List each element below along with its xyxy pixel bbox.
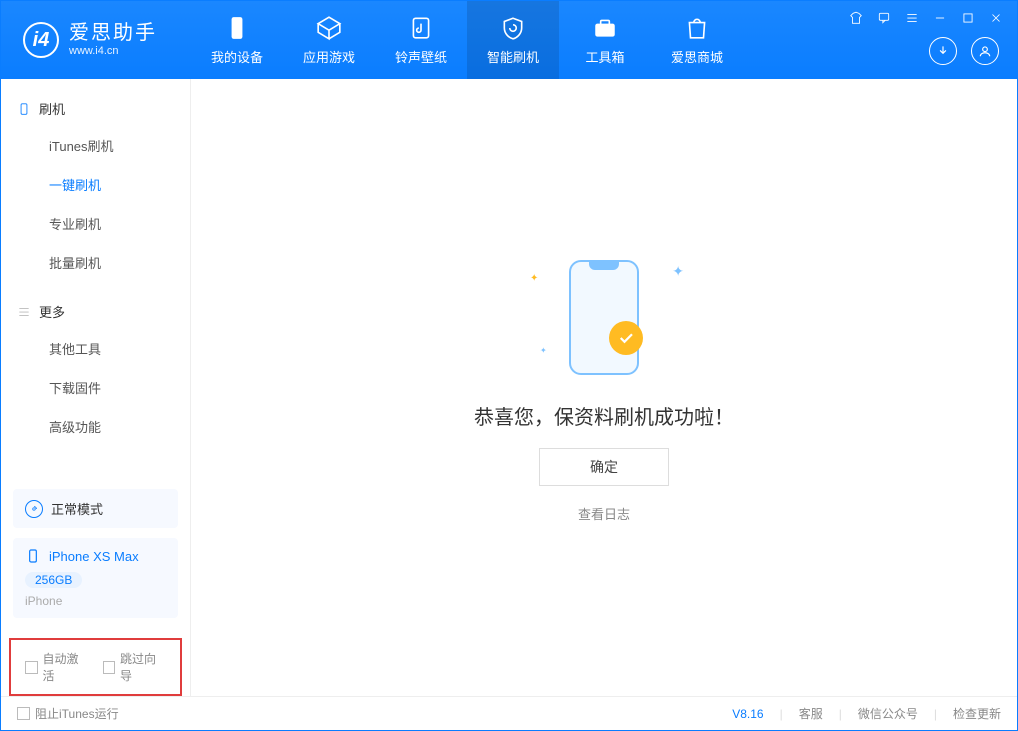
- phone-icon: [224, 15, 250, 41]
- checkbox-label: 阻止iTunes运行: [35, 705, 119, 722]
- nav-label: 工具箱: [585, 47, 624, 66]
- sidebar-item-oneclick-flash[interactable]: 一键刷机: [1, 165, 190, 204]
- device-capacity-badge: 256GB: [25, 572, 82, 588]
- nav-smart-flash[interactable]: 智能刷机: [467, 1, 559, 79]
- separator: |: [934, 707, 937, 721]
- checkbox-box-icon: [25, 661, 38, 674]
- version-label: V8.16: [732, 707, 763, 721]
- sidebar-header-more: 更多: [1, 294, 190, 329]
- checkbox-box-icon: [103, 661, 116, 674]
- phone-outline-icon: [569, 260, 639, 375]
- app-window: i4 爱思助手 www.i4.cn 我的设备 应用游戏 铃声壁纸 智能刷机: [0, 0, 1018, 731]
- device-panel: 正常模式 iPhone XS Max 256GB iPhone: [1, 479, 190, 638]
- nav-ringtone-wallpaper[interactable]: 铃声壁纸: [375, 1, 467, 79]
- sidebar-item-advanced[interactable]: 高级功能: [1, 407, 190, 446]
- brand-title: 爱思助手: [69, 22, 157, 45]
- music-file-icon: [408, 15, 434, 41]
- brand-text: 爱思助手 www.i4.cn: [69, 22, 157, 58]
- device-name: iPhone XS Max: [49, 549, 139, 564]
- success-illustration: ✦ ✦ ✦: [544, 253, 664, 383]
- checkbox-auto-activate[interactable]: 自动激活: [25, 650, 89, 684]
- brand-logo-icon: i4: [23, 22, 59, 58]
- download-icon[interactable]: [929, 37, 957, 65]
- sidebar-spacer: [1, 446, 190, 479]
- nav-label: 智能刷机: [487, 47, 539, 66]
- view-log-link[interactable]: 查看日志: [578, 504, 630, 523]
- sidebar-section-title: 刷机: [39, 99, 65, 118]
- feedback-icon[interactable]: [875, 9, 893, 27]
- sidebar-item-batch-flash[interactable]: 批量刷机: [1, 243, 190, 282]
- sidebar-section-title: 更多: [39, 302, 65, 321]
- skin-icon[interactable]: [847, 9, 865, 27]
- sidebar-header-flash: 刷机: [1, 91, 190, 126]
- check-badge-icon: [609, 321, 643, 355]
- nav-tabs: 我的设备 应用游戏 铃声壁纸 智能刷机 工具箱 爱思商城: [191, 1, 743, 79]
- normal-mode-icon: [25, 500, 43, 518]
- sparkle-icon: ✦: [672, 263, 684, 280]
- minimize-button[interactable]: [931, 9, 949, 27]
- shopping-bag-icon: [684, 15, 710, 41]
- check-update-link[interactable]: 检查更新: [953, 705, 1001, 722]
- user-icon[interactable]: [971, 37, 999, 65]
- mode-label: 正常模式: [51, 499, 103, 518]
- header: i4 爱思助手 www.i4.cn 我的设备 应用游戏 铃声壁纸 智能刷机: [1, 1, 1017, 79]
- support-link[interactable]: 客服: [799, 705, 823, 722]
- refresh-shield-icon: [500, 15, 526, 41]
- nav-store[interactable]: 爱思商城: [651, 1, 743, 79]
- cube-icon: [316, 15, 342, 41]
- close-button[interactable]: [987, 9, 1005, 27]
- device-outline-icon: [17, 102, 31, 116]
- header-action-icons: [929, 37, 999, 65]
- sidebar-item-itunes-flash[interactable]: iTunes刷机: [1, 126, 190, 165]
- options-row: 自动激活 跳过向导: [9, 638, 182, 696]
- menu-icon[interactable]: [903, 9, 921, 27]
- nav-label: 应用游戏: [303, 47, 355, 66]
- brand: i4 爱思助手 www.i4.cn: [1, 1, 191, 79]
- separator: |: [839, 707, 842, 721]
- sidebar: 刷机 iTunes刷机 一键刷机 专业刷机 批量刷机 更多 其他工具 下载固件 …: [1, 79, 191, 696]
- nav-label: 爱思商城: [671, 47, 723, 66]
- separator: |: [780, 707, 783, 721]
- checkbox-label: 跳过向导: [120, 650, 166, 684]
- phone-small-icon: [25, 548, 41, 564]
- body: 刷机 iTunes刷机 一键刷机 专业刷机 批量刷机 更多 其他工具 下载固件 …: [1, 79, 1017, 696]
- checkbox-label: 自动激活: [43, 650, 89, 684]
- mode-card[interactable]: 正常模式: [13, 489, 178, 528]
- sidebar-item-download-firmware[interactable]: 下载固件: [1, 368, 190, 407]
- sidebar-section-flash: 刷机 iTunes刷机 一键刷机 专业刷机 批量刷机: [1, 79, 190, 282]
- nav-label: 铃声壁纸: [395, 47, 447, 66]
- success-message: 恭喜您，保资料刷机成功啦！: [474, 401, 734, 430]
- checkbox-box-icon: [17, 707, 30, 720]
- footer: 阻止iTunes运行 V8.16 | 客服 | 微信公众号 | 检查更新: [1, 696, 1017, 730]
- checkbox-block-itunes[interactable]: 阻止iTunes运行: [17, 705, 119, 722]
- sidebar-item-other-tools[interactable]: 其他工具: [1, 329, 190, 368]
- nav-apps-games[interactable]: 应用游戏: [283, 1, 375, 79]
- nav-toolbox[interactable]: 工具箱: [559, 1, 651, 79]
- wechat-link[interactable]: 微信公众号: [858, 705, 918, 722]
- device-type: iPhone: [25, 594, 62, 608]
- checkbox-skip-wizard[interactable]: 跳过向导: [103, 650, 167, 684]
- list-icon: [17, 305, 31, 319]
- sparkle-icon: ✦: [540, 346, 547, 355]
- nav-label: 我的设备: [211, 47, 263, 66]
- nav-my-device[interactable]: 我的设备: [191, 1, 283, 79]
- brand-subtitle: www.i4.cn: [69, 45, 157, 58]
- ok-button[interactable]: 确定: [539, 448, 669, 486]
- sparkle-icon: ✦: [530, 273, 538, 284]
- sidebar-section-more: 更多 其他工具 下载固件 高级功能: [1, 282, 190, 446]
- sidebar-item-pro-flash[interactable]: 专业刷机: [1, 204, 190, 243]
- main-content: ✦ ✦ ✦ 恭喜您，保资料刷机成功啦！ 确定 查看日志: [191, 79, 1017, 696]
- device-card[interactable]: iPhone XS Max 256GB iPhone: [13, 538, 178, 618]
- window-controls: [847, 9, 1005, 27]
- maximize-button[interactable]: [959, 9, 977, 27]
- toolbox-icon: [592, 15, 618, 41]
